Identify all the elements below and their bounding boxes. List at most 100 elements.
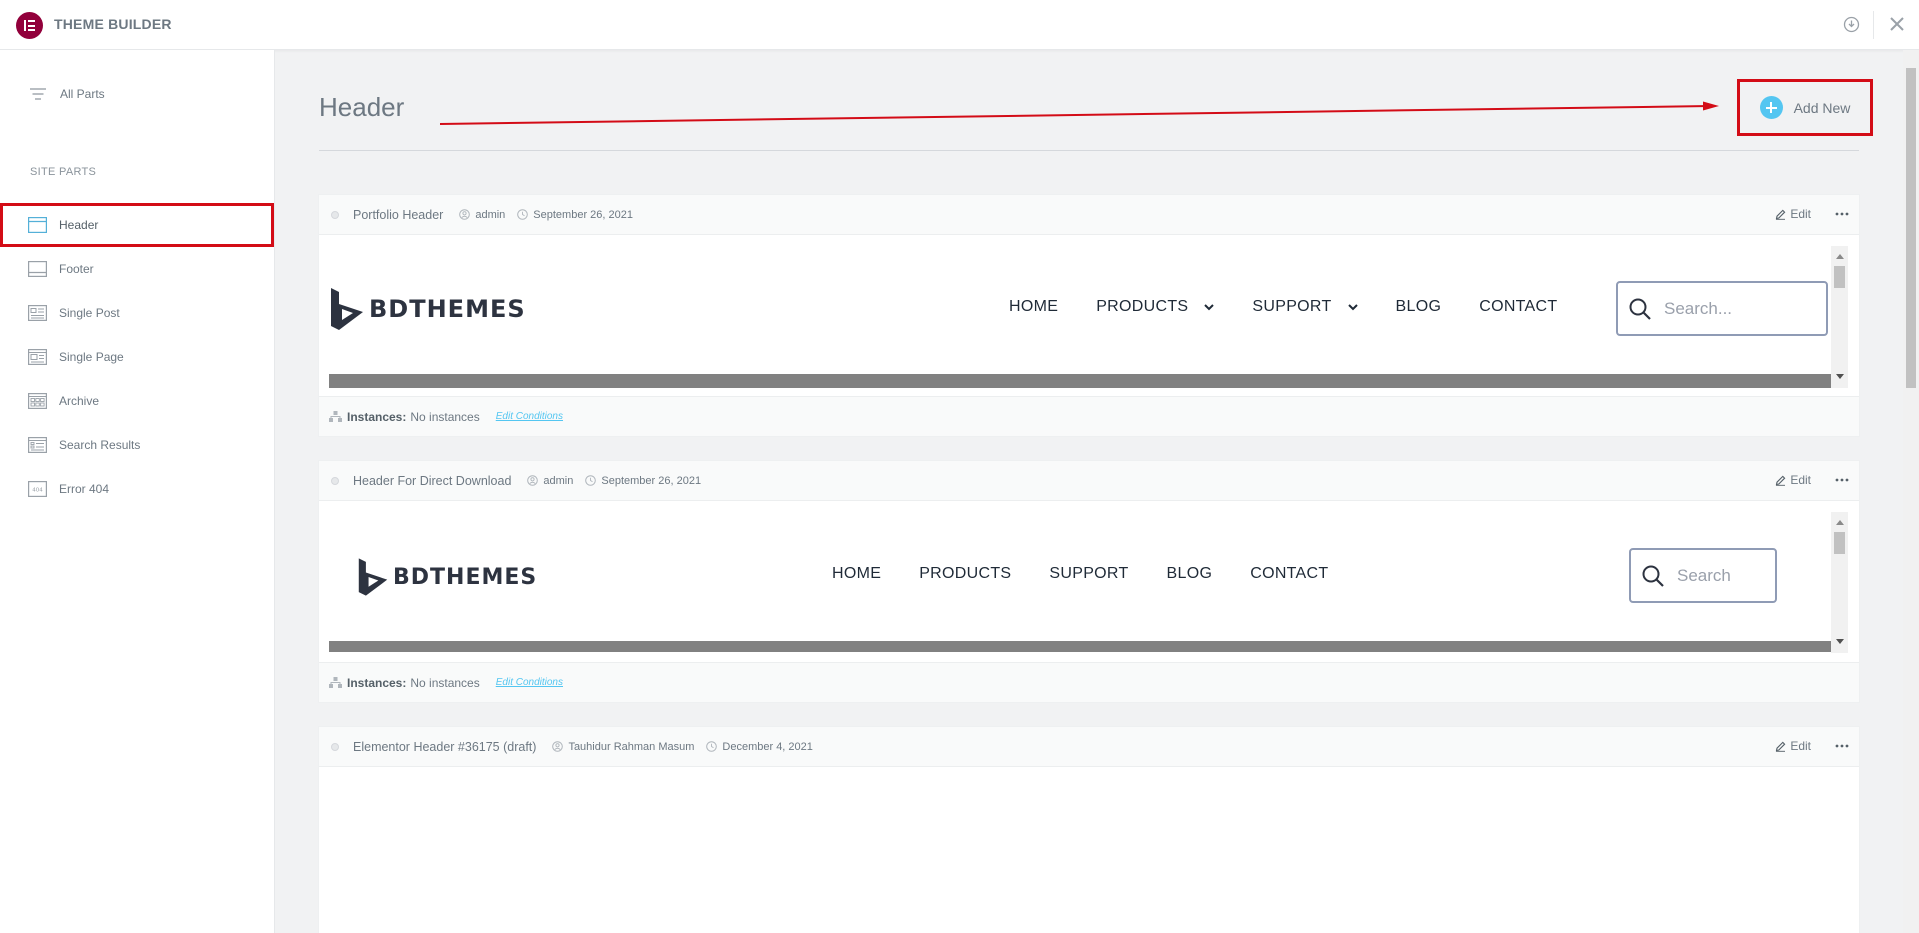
more-options-icon[interactable] xyxy=(1835,212,1849,216)
archive-grid-icon xyxy=(28,393,47,409)
page-scrollbar-thumb[interactable] xyxy=(1906,68,1916,388)
date-meta: September 26, 2021 xyxy=(517,209,633,221)
filter-lines-icon xyxy=(30,88,46,100)
edit-label: Edit xyxy=(1790,739,1811,753)
nav-item-contact: CONTACT xyxy=(1479,298,1557,316)
info-icon[interactable] xyxy=(1843,16,1860,33)
annotation-arrow xyxy=(439,101,1719,125)
page-scrollbar[interactable] xyxy=(1903,50,1919,933)
sidebar-item-label: Search Results xyxy=(59,438,141,452)
nav-item-blog: BLOG xyxy=(1167,565,1213,583)
card-actions: Edit xyxy=(1775,739,1849,753)
plus-circle-icon xyxy=(1759,96,1783,119)
brand-text: BDTHEMES xyxy=(369,295,526,323)
nav-label: BLOG xyxy=(1395,298,1442,315)
preview-horizontal-scrollbar xyxy=(329,641,1831,652)
status-dot-icon xyxy=(331,476,339,485)
sidebar: All Parts SITE PARTS Header Footer Singl… xyxy=(0,50,275,933)
preview-search-box: Search... xyxy=(1616,281,1828,336)
sitemap-icon xyxy=(329,677,342,688)
nav-item-support: SUPPORT xyxy=(1252,298,1358,316)
edit-conditions-link[interactable]: Edit Conditions xyxy=(496,677,563,688)
pencil-icon xyxy=(1776,741,1786,752)
card-title: Elementor Header #36175 (draft) xyxy=(353,739,537,754)
edit-conditions-link[interactable]: Edit Conditions xyxy=(496,411,563,422)
template-preview: BDTHEMES HOME PRODUCTS SUPPORT BLOG CONT… xyxy=(329,512,1848,653)
main-content: Header Add New Portfolio Header admin Se… xyxy=(275,50,1903,933)
brand-logo: BDTHEMES xyxy=(329,288,526,330)
template-preview-empty xyxy=(329,778,1848,918)
sidebar-item-label: Single Page xyxy=(59,350,124,364)
card-footer: Instances: No instances Edit Conditions xyxy=(319,662,1859,702)
date-text: September 26, 2021 xyxy=(601,474,702,487)
nav-label: PRODUCTS xyxy=(919,565,1012,582)
nav-label: BLOG xyxy=(1166,565,1213,582)
sidebar-item-archive[interactable]: Archive xyxy=(0,379,275,423)
close-icon[interactable] xyxy=(1887,14,1907,34)
more-options-icon[interactable] xyxy=(1835,478,1849,482)
card-actions: Edit xyxy=(1775,473,1849,487)
user-circle-icon xyxy=(552,741,564,752)
search-placeholder: Search xyxy=(1677,565,1731,585)
nav-item-products: PRODUCTS xyxy=(919,565,1011,583)
sidebar-item-single-page[interactable]: Single Page xyxy=(0,335,275,379)
edit-button[interactable]: Edit xyxy=(1775,473,1811,487)
user-circle-icon xyxy=(459,209,471,220)
add-new-button[interactable]: Add New xyxy=(1737,79,1873,136)
chevron-down-icon xyxy=(1204,303,1215,310)
card-header: Header For Direct Download admin Septemb… xyxy=(319,461,1859,501)
sidebar-item-error-404[interactable]: 404 Error 404 xyxy=(0,467,275,511)
pencil-icon xyxy=(1776,209,1786,220)
clock-icon xyxy=(585,475,597,486)
preview-nav: HOME PRODUCTS SUPPORT BLOG CONTACT xyxy=(1009,298,1557,316)
author-meta: Tauhidur Rahman Masum xyxy=(552,741,694,753)
sidebar-item-label: Error 404 xyxy=(59,482,110,496)
date-text: December 4, 2021 xyxy=(722,740,813,753)
instances-label: Instances: xyxy=(347,409,407,424)
all-parts-link[interactable]: All Parts xyxy=(30,84,105,104)
author-name: Tauhidur Rahman Masum xyxy=(568,740,695,753)
sitemap-icon xyxy=(329,411,342,422)
card-title: Portfolio Header xyxy=(353,207,444,222)
sidebar-item-search-results[interactable]: Search Results xyxy=(0,423,275,467)
instances-value: No instances xyxy=(410,675,480,690)
sidebar-item-header[interactable]: Header xyxy=(0,203,274,247)
date-meta: September 26, 2021 xyxy=(585,475,701,487)
sidebar-item-label: Archive xyxy=(59,394,100,408)
sidebar-item-footer[interactable]: Footer xyxy=(0,247,275,291)
preview-scrollbar[interactable] xyxy=(1831,512,1848,653)
app-title: THEME BUILDER xyxy=(54,16,172,32)
top-bar: THEME BUILDER xyxy=(0,0,1919,50)
search-icon xyxy=(1629,298,1651,320)
nav-label: HOME xyxy=(1009,298,1059,315)
template-card-3: Elementor Header #36175 (draft) Tauhidur… xyxy=(319,727,1859,933)
date-text: September 26, 2021 xyxy=(533,208,633,221)
author-meta: admin xyxy=(459,209,505,221)
edit-label: Edit xyxy=(1790,207,1811,221)
sidebar-item-label: Header xyxy=(59,218,99,232)
pencil-icon xyxy=(1776,475,1786,486)
nav-item-blog: BLOG xyxy=(1396,298,1442,316)
more-options-icon[interactable] xyxy=(1835,744,1849,748)
elementor-logo-icon xyxy=(16,12,43,39)
nav-item-home: HOME xyxy=(1009,298,1058,316)
site-parts-list: Header Footer Single Post Single Page Ar… xyxy=(0,203,275,511)
preview-scrollbar[interactable] xyxy=(1831,246,1848,388)
instances-label: Instances: xyxy=(347,675,407,690)
error-404-icon: 404 xyxy=(28,481,47,497)
brand-logo: BDTHEMES xyxy=(357,558,537,596)
sidebar-item-single-post[interactable]: Single Post xyxy=(0,291,275,335)
toolbar-separator xyxy=(1873,11,1874,39)
author-name: admin xyxy=(543,474,574,487)
header-layout-icon xyxy=(28,217,47,233)
single-post-icon xyxy=(28,305,47,321)
nav-item-products: PRODUCTS xyxy=(1096,298,1215,316)
nav-item-contact: CONTACT xyxy=(1250,565,1328,583)
title-divider xyxy=(319,150,1859,151)
edit-button[interactable]: Edit xyxy=(1775,207,1811,221)
sidebar-item-label: Single Post xyxy=(59,306,120,320)
preview-nav: HOME PRODUCTS SUPPORT BLOG CONTACT xyxy=(832,565,1328,583)
user-circle-icon xyxy=(527,475,539,486)
preview-search-box: Search xyxy=(1629,548,1777,603)
edit-button[interactable]: Edit xyxy=(1775,739,1811,753)
